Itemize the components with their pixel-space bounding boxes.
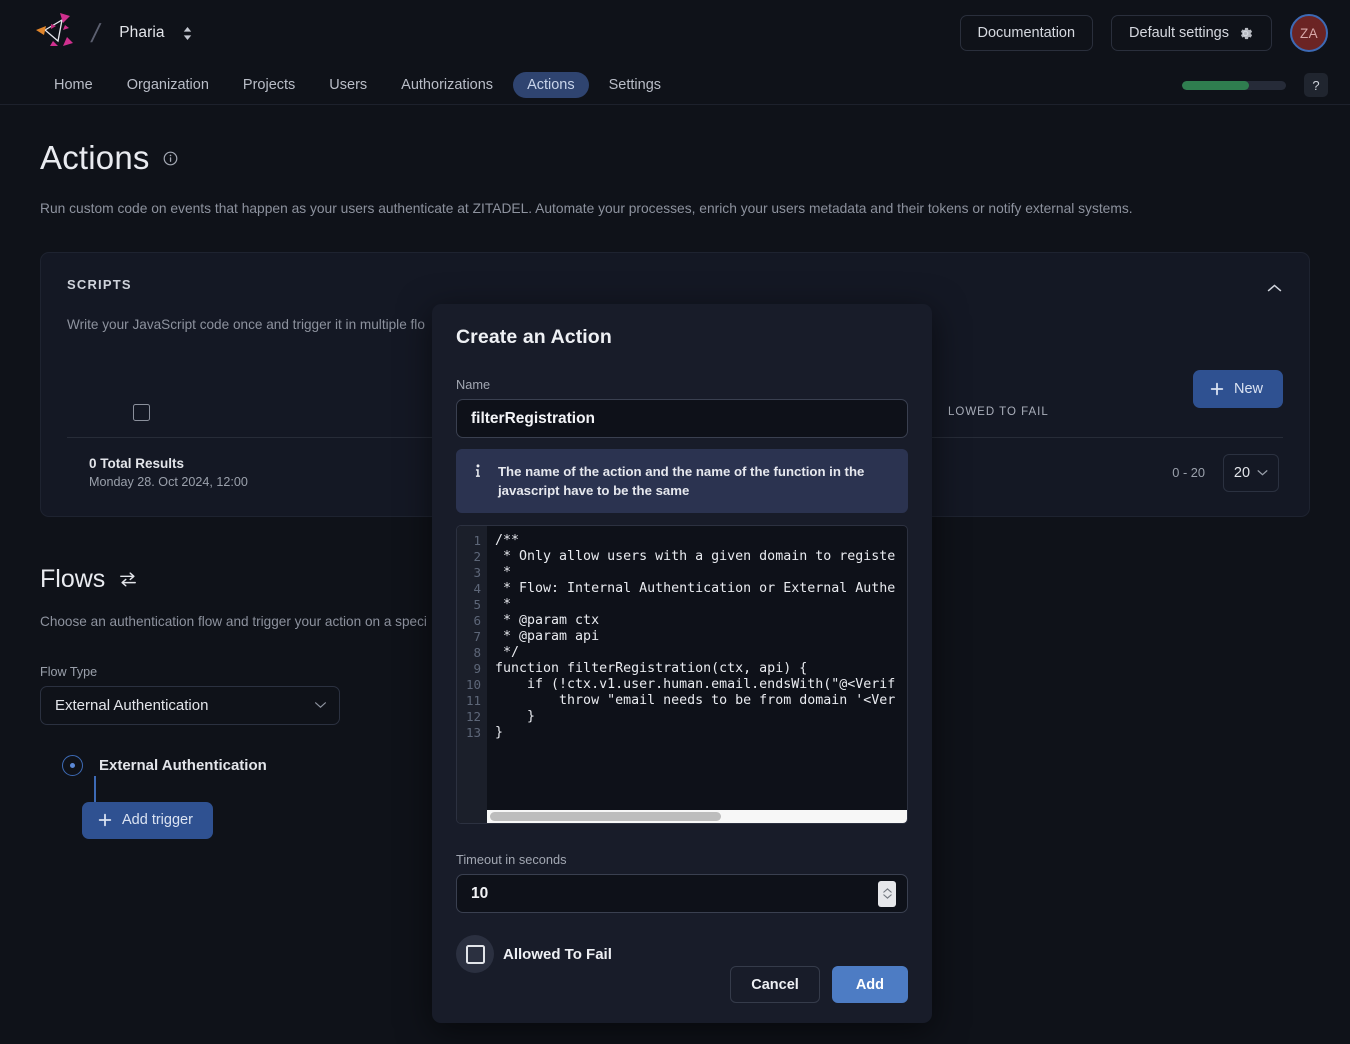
- timeout-field-label: Timeout in seconds: [456, 852, 908, 867]
- top-bar: / Pharia Documentation Default settings …: [0, 0, 1350, 66]
- allowed-to-fail-label: Allowed To Fail: [503, 946, 612, 963]
- name-info-banner: The name of the action and the name of t…: [456, 449, 908, 513]
- org-name: Pharia: [119, 24, 164, 42]
- nav-item-users[interactable]: Users: [315, 72, 381, 98]
- page-description: Run custom code on events that happen as…: [40, 199, 1310, 220]
- scripts-card-header: SCRIPTS: [67, 277, 1283, 292]
- page-title: Actions: [40, 139, 150, 177]
- info-circle-icon[interactable]: [162, 150, 179, 167]
- app-root: / Pharia Documentation Default settings …: [0, 0, 1350, 1044]
- setup-progress-bar[interactable]: [1182, 81, 1286, 90]
- timeout-field-wrap: [456, 874, 908, 913]
- flow-type-value: External Authentication: [55, 697, 314, 714]
- breadcrumb-separator: /: [89, 18, 103, 49]
- name-field-label: Name: [456, 377, 908, 392]
- results-block: 0 Total Results Monday 28. Oct 2024, 12:…: [89, 456, 248, 489]
- select-all-checkbox[interactable]: [133, 404, 150, 421]
- pagination-range: 0 - 20: [1172, 465, 1205, 480]
- gear-icon: [1237, 25, 1254, 42]
- flow-node-label: External Authentication: [99, 757, 267, 774]
- radio-dot-icon: [62, 755, 83, 776]
- avatar[interactable]: ZA: [1290, 14, 1328, 52]
- code-editor[interactable]: 12345678910111213 /** * Only allow users…: [456, 525, 908, 824]
- chevron-down-icon: [314, 701, 327, 709]
- plus-icon: [97, 812, 113, 828]
- page-title-row: Actions: [40, 139, 1310, 177]
- default-settings-label: Default settings: [1129, 25, 1229, 41]
- editor-horizontal-scrollbar[interactable]: [487, 810, 907, 823]
- add-trigger-button[interactable]: Add trigger: [82, 802, 213, 839]
- nav-item-actions[interactable]: Actions: [513, 72, 589, 98]
- pharia-triangle-logo-icon[interactable]: [32, 10, 80, 56]
- nav-item-home[interactable]: Home: [40, 72, 107, 98]
- plus-icon: [1209, 381, 1225, 397]
- help-button[interactable]: ?: [1304, 73, 1328, 97]
- chevron-up-icon[interactable]: [1261, 277, 1287, 299]
- swap-arrows-icon: [118, 570, 138, 588]
- nav-item-authorizations[interactable]: Authorizations: [387, 72, 507, 98]
- chevron-updown-icon[interactable]: [177, 21, 199, 45]
- flow-type-select[interactable]: External Authentication: [40, 686, 340, 725]
- new-script-label: New: [1234, 381, 1263, 397]
- new-script-button[interactable]: New: [1193, 370, 1283, 408]
- nav-item-projects[interactable]: Projects: [229, 72, 309, 98]
- dialog-actions: Cancel Add: [730, 966, 908, 1003]
- column-header-allowed-to-fail[interactable]: LOWED TO FAIL: [948, 406, 1049, 418]
- info-icon: [472, 462, 484, 500]
- flow-connector-line: [94, 776, 96, 802]
- name-info-text: The name of the action and the name of t…: [498, 462, 894, 500]
- name-input[interactable]: [456, 399, 908, 438]
- editor-code-content[interactable]: /** * Only allow users with a given doma…: [487, 526, 907, 823]
- create-action-dialog: Create an Action Name The name of the ac…: [432, 304, 932, 1023]
- scripts-card-title: SCRIPTS: [67, 277, 132, 292]
- default-settings-button[interactable]: Default settings: [1111, 15, 1272, 51]
- nav-item-settings[interactable]: Settings: [595, 72, 675, 98]
- nav-item-organization[interactable]: Organization: [113, 72, 223, 98]
- total-results: 0 Total Results: [89, 456, 248, 471]
- timeout-input[interactable]: [456, 874, 908, 913]
- documentation-button[interactable]: Documentation: [960, 15, 1094, 51]
- cancel-button[interactable]: Cancel: [730, 966, 820, 1003]
- spinner-updown-icon[interactable]: [878, 881, 896, 907]
- results-timestamp: Monday 28. Oct 2024, 12:00: [89, 475, 248, 489]
- page-size-select[interactable]: 20: [1223, 454, 1279, 492]
- flows-title: Flows: [40, 565, 105, 594]
- dialog-title: Create an Action: [456, 326, 908, 349]
- editor-line-numbers: 12345678910111213: [457, 526, 487, 823]
- allowed-to-fail-checkbox[interactable]: [456, 935, 494, 973]
- chevron-down-icon: [1257, 469, 1268, 476]
- add-trigger-label: Add trigger: [122, 812, 193, 828]
- add-button[interactable]: Add: [832, 966, 908, 1003]
- page-size-value: 20: [1234, 465, 1250, 481]
- main-nav: Home Organization Projects Users Authori…: [0, 66, 1350, 105]
